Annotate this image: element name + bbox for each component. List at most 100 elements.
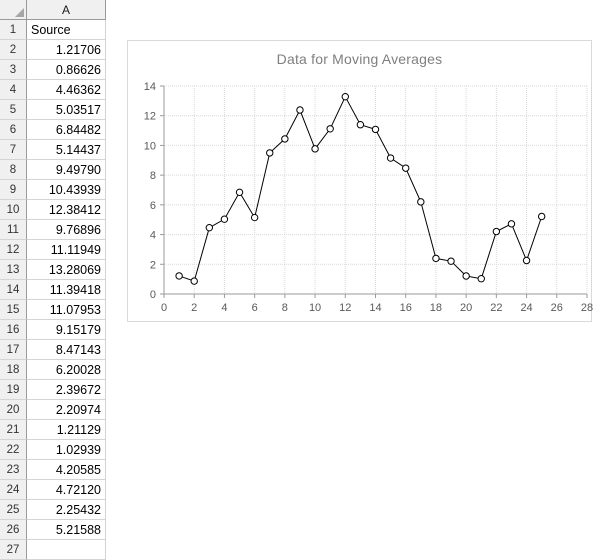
spreadsheet-cell[interactable]: 9.15179 [27,320,106,340]
row-header[interactable]: 27 [0,540,27,560]
data-point-marker[interactable] [386,154,395,162]
data-point-marker[interactable] [492,227,501,236]
spreadsheet-cell[interactable]: 0.86626 [27,60,106,80]
row-header[interactable]: 5 [0,100,27,120]
data-point-marker[interactable] [462,272,470,280]
row-header[interactable]: 15 [0,300,27,320]
column-header-a[interactable]: A [27,0,106,20]
data-point-marker[interactable] [537,212,546,221]
spreadsheet-cell[interactable]: 1.02939 [27,440,106,460]
data-point-marker[interactable] [341,92,349,101]
spreadsheet-cell[interactable]: 1.21129 [27,420,106,440]
spreadsheet-cell[interactable]: 8.47143 [27,340,106,360]
x-axis-tick-label: 8 [282,302,288,314]
spreadsheet-row: 5 5.03517 [0,100,106,120]
row-header[interactable]: 21 [0,420,27,440]
data-point-marker[interactable] [235,188,244,197]
row-header[interactable]: 1 [0,20,27,40]
row-header[interactable]: 22 [0,440,27,460]
data-point-marker[interactable] [507,220,516,228]
spreadsheet-row: 24 4.72120 [0,480,106,500]
row-header[interactable]: 16 [0,320,27,340]
spreadsheet-row: 2 1.21706 [0,40,106,60]
spreadsheet-row: 16 9.15179 [0,320,106,340]
spreadsheet-cell[interactable] [27,540,106,560]
row-header[interactable]: 12 [0,240,27,260]
data-point-marker[interactable] [250,213,259,222]
x-axis-tick-label: 4 [221,302,227,314]
spreadsheet-cell[interactable]: 5.03517 [27,100,106,120]
row-header[interactable]: 20 [0,400,27,420]
data-point-marker[interactable] [356,121,365,129]
spreadsheet-cell[interactable]: 13.28069 [27,260,106,280]
data-point-marker[interactable] [432,254,440,263]
data-point-marker[interactable] [417,198,425,206]
spreadsheet-cell[interactable]: 2.20974 [27,400,106,420]
spreadsheet-cell[interactable]: 2.39672 [27,380,106,400]
spreadsheet-row: 13 13.28069 [0,260,106,280]
data-point-marker[interactable] [175,272,183,280]
spreadsheet-cell[interactable]: 6.20028 [27,360,106,380]
row-header[interactable]: 4 [0,80,27,100]
row-header[interactable]: 18 [0,360,27,380]
spreadsheet-cell[interactable]: 9.76896 [27,220,106,240]
data-point-marker[interactable] [447,257,455,265]
spreadsheet-row: 20 2.20974 [0,400,106,420]
spreadsheet-cell[interactable]: 11.07953 [27,300,106,320]
data-point-marker[interactable] [205,223,214,232]
spreadsheet-row: 18 6.20028 [0,360,106,380]
chart-container[interactable]: Data for Moving Averages 0 2 4 6 8 10 12 14 16 18… [127,40,593,322]
spreadsheet-cell[interactable]: 11.11949 [27,240,106,260]
data-point-marker[interactable] [311,145,319,153]
row-header[interactable]: 3 [0,60,27,80]
spreadsheet-row: 26 5.21588 [0,520,106,540]
data-point-marker[interactable] [402,164,410,172]
row-header[interactable]: 8 [0,160,27,180]
row-header[interactable]: 7 [0,140,27,160]
data-point-marker[interactable] [266,149,274,157]
spreadsheet-cell[interactable]: 12.38412 [27,200,106,220]
row-header[interactable]: 17 [0,340,27,360]
spreadsheet-cell[interactable]: 1.21706 [27,40,106,60]
y-axis-tick-label: 0 [150,289,156,301]
row-header[interactable]: 2 [0,40,27,60]
row-header[interactable]: 24 [0,480,27,500]
spreadsheet-row: 25 2.25432 [0,500,106,520]
x-axis-tick-label: 16 [400,302,412,314]
row-header[interactable]: 19 [0,380,27,400]
row-header[interactable]: 25 [0,500,27,520]
row-header[interactable]: 10 [0,200,27,220]
row-header[interactable]: 9 [0,180,27,200]
spreadsheet-cell[interactable]: 5.14437 [27,140,106,160]
row-header[interactable]: 23 [0,460,27,480]
spreadsheet-cell[interactable]: 2.25432 [27,500,106,520]
screenshot-root: A 1 Source 2 1.21706 3 0.86626 4 4.46362 5 5.0351… [0,0,609,560]
spreadsheet-cell[interactable]: 9.49790 [27,160,106,180]
spreadsheet-row: 19 2.39672 [0,380,106,400]
data-point-marker[interactable] [326,125,334,133]
spreadsheet-cell[interactable]: 5.21588 [27,520,106,540]
data-point-marker[interactable] [522,256,531,265]
spreadsheet-cell[interactable]: 4.46362 [27,80,106,100]
data-point-marker[interactable] [220,215,229,223]
spreadsheet-cell[interactable]: 4.20585 [27,460,106,480]
data-point-marker[interactable] [371,125,380,134]
row-header[interactable]: 11 [0,220,27,240]
row-header[interactable]: 14 [0,280,27,300]
spreadsheet-cell[interactable]: 4.72120 [27,480,106,500]
spreadsheet-row: 21 1.21129 [0,420,106,440]
data-point-marker[interactable] [477,275,485,283]
data-point-marker[interactable] [281,135,289,143]
x-axis-tick-label: 26 [551,302,563,314]
row-header[interactable]: 26 [0,520,27,540]
spreadsheet-cell[interactable]: 10.43939 [27,180,106,200]
row-header[interactable]: 6 [0,120,27,140]
spreadsheet-cell[interactable]: 11.39418 [27,280,106,300]
spreadsheet-cell[interactable]: 6.84482 [27,120,106,140]
data-point-marker[interactable] [296,106,304,114]
row-header[interactable]: 13 [0,260,27,280]
select-all-corner[interactable] [0,0,27,20]
spreadsheet-cell[interactable]: Source [27,20,106,40]
spreadsheet-grid[interactable]: A 1 Source 2 1.21706 3 0.86626 4 4.46362 5 5.0351… [0,0,106,560]
data-point-marker[interactable] [190,277,198,285]
